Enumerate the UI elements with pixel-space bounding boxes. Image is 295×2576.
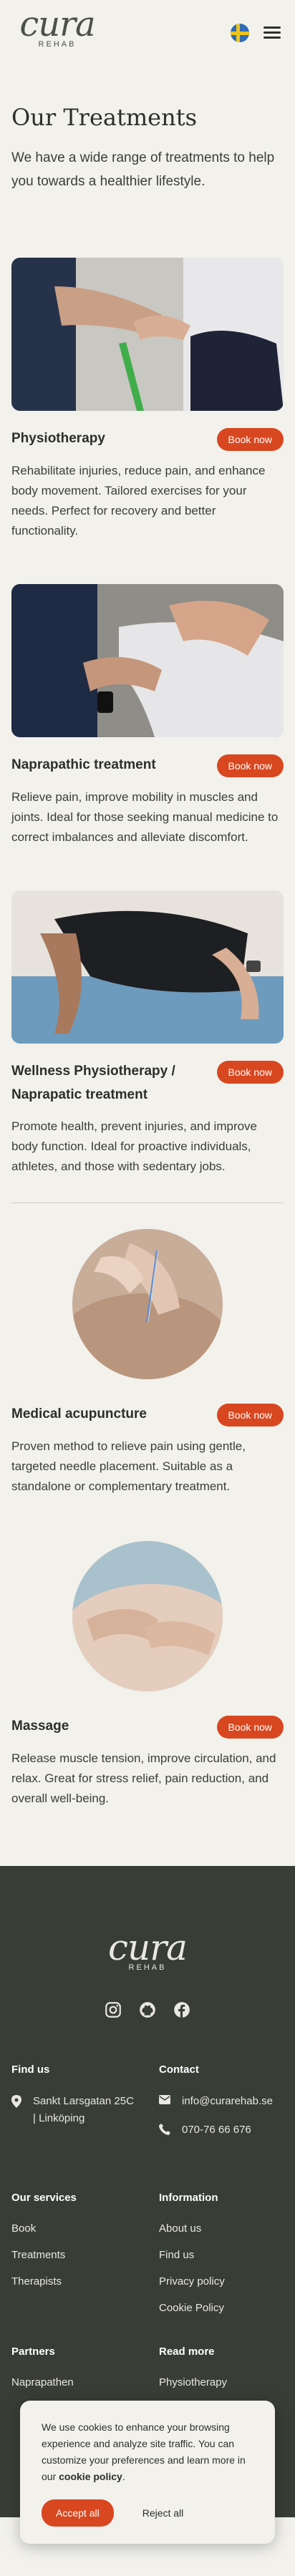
cookie-banner: We use cookies to enhance your browsing …: [20, 2401, 275, 2544]
footer-link-book[interactable]: Book: [11, 2222, 159, 2235]
accept-all-button[interactable]: Accept all: [42, 2499, 114, 2527]
facebook-icon[interactable]: [173, 2001, 191, 2019]
social-links: [11, 2001, 284, 2019]
treatment-name: Physiotherapy: [11, 431, 105, 446]
information-column: Information About us Find us Privacy pol…: [159, 2192, 284, 2328]
treatment-description: Proven method to relieve pain using gent…: [11, 1439, 246, 1493]
footer-logo-wordmark: cura: [108, 1927, 188, 1968]
footer-link-partner[interactable]: Naprapathen: [11, 2376, 159, 2388]
footer-link-treatments[interactable]: Treatments: [11, 2249, 159, 2261]
treatment-card-massage: Massage Book now Release muscle tension,…: [11, 1497, 284, 1809]
footer-link-find-us[interactable]: Find us: [159, 2249, 284, 2261]
naprapathic-photo: [11, 584, 284, 737]
treatment-name: Wellness Physiotherapy / Naprapatic trea…: [11, 1064, 175, 1102]
email-text: info@curarehab.se: [182, 2095, 273, 2107]
services-column: Our services Book Treatments Therapists: [11, 2192, 159, 2328]
cookie-actions: Accept all Reject all: [42, 2499, 253, 2527]
footer-link-cookie-policy[interactable]: Cookie Policy: [159, 2302, 284, 2314]
treatment-description: Release muscle tension, improve circulat…: [11, 1751, 276, 1805]
page-title: Our Treatments: [11, 104, 197, 131]
partners-column: Partners Naprapathen: [11, 2346, 159, 2403]
treatment-card-physiotherapy: Physiotherapy Book now Rehabilitate inju…: [11, 193, 284, 541]
read-more-column: Read more Physiotherapy: [159, 2346, 284, 2403]
address-line-2: | Linköping: [33, 2112, 85, 2124]
footer-columns-more: Partners Naprapathen Read more Physiothe…: [11, 2346, 284, 2403]
book-now-button[interactable]: Book now: [216, 1404, 284, 1426]
footer-link-read-physiotherapy[interactable]: Physiotherapy: [159, 2376, 284, 2388]
treatment-name: Naprapathic treatment: [11, 757, 156, 772]
book-now-button[interactable]: Book now: [216, 1061, 284, 1084]
wellness-photo: [11, 890, 284, 1044]
acupuncture-photo: [72, 1229, 223, 1379]
page-lead: We have a wide range of treatments to he…: [11, 150, 275, 189]
book-now-button[interactable]: Book now: [216, 428, 284, 451]
email-link[interactable]: info@curarehab.se: [159, 2094, 284, 2109]
treatment-name: Medical acupuncture: [11, 1406, 147, 1421]
footer-logo[interactable]: cura REHAB: [11, 1929, 284, 1972]
physiotherapy-photo: [11, 258, 284, 411]
treatment-name: Massage: [11, 1719, 69, 1734]
location-pin-icon: [11, 2095, 21, 2108]
site-logo[interactable]: cura REHAB: [11, 6, 103, 49]
find-us-heading: Find us: [11, 2064, 50, 2076]
book-now-button[interactable]: Book now: [216, 754, 284, 777]
treatment-description: Rehabilitate injuries, reduce pain, and …: [11, 464, 266, 538]
mail-icon: [159, 2095, 170, 2104]
footer-link-privacy-policy[interactable]: Privacy policy: [159, 2275, 284, 2288]
address-line-1: Sankt Larsgatan 25C: [33, 2095, 134, 2107]
contact-column: Contact info@curarehab.se 070-76 66 676: [159, 2064, 284, 2152]
read-more-heading: Read more: [159, 2346, 215, 2358]
find-us-column: Find us Sankt Larsgatan 25C | Linköping: [11, 2064, 159, 2152]
cookie-policy-link[interactable]: cookie policy: [59, 2471, 122, 2482]
treatment-card-acupuncture: Medical acupuncture Book now Proven meth…: [11, 1203, 284, 1497]
intro-section: Our Treatments We have a wide range of t…: [0, 69, 295, 193]
site-header: cura REHAB: [0, 0, 295, 69]
treatment-card-naprapathic: Naprapathic treatment Book now Relieve p…: [11, 541, 284, 847]
footer-columns: Find us Sankt Larsgatan 25C | Linköping …: [11, 2064, 284, 2152]
phone-text: 070-76 66 676: [182, 2124, 251, 2136]
footer-columns-links: Our services Book Treatments Therapists …: [11, 2192, 284, 2328]
instagram-icon[interactable]: [104, 2001, 122, 2019]
treatment-description: Relieve pain, improve mobility in muscle…: [11, 790, 279, 844]
reject-all-button[interactable]: Reject all: [142, 2507, 184, 2519]
treatment-description: Promote health, prevent injuries, and im…: [11, 1119, 258, 1173]
treatment-card-wellness: Wellness Physiotherapy / Naprapatic trea…: [11, 847, 284, 1203]
services-heading: Our services: [11, 2192, 77, 2204]
treatments-list: Physiotherapy Book now Rehabilitate inju…: [0, 193, 295, 1809]
book-now-button[interactable]: Book now: [216, 1716, 284, 1739]
footer-logo-subtitle: REHAB: [128, 1963, 167, 1972]
information-heading: Information: [159, 2192, 218, 2204]
footer-link-therapists[interactable]: Therapists: [11, 2275, 159, 2288]
cookie-text: We use cookies to enhance your browsing …: [42, 2419, 253, 2485]
sweden-flag-icon[interactable]: [231, 24, 249, 42]
phone-icon: [159, 2124, 170, 2135]
address[interactable]: Sankt Larsgatan 25C | Linköping: [11, 2094, 159, 2126]
github-icon[interactable]: [138, 2001, 157, 2019]
massage-photo: [72, 1541, 223, 1691]
footer-link-about-us[interactable]: About us: [159, 2222, 284, 2235]
phone-link[interactable]: 070-76 66 676: [159, 2123, 284, 2137]
contact-heading: Contact: [159, 2064, 199, 2076]
logo-wordmark: cura: [19, 4, 95, 44]
hamburger-menu-icon[interactable]: [263, 26, 281, 40]
partners-heading: Partners: [11, 2346, 55, 2358]
cookie-text-after: .: [122, 2471, 125, 2482]
